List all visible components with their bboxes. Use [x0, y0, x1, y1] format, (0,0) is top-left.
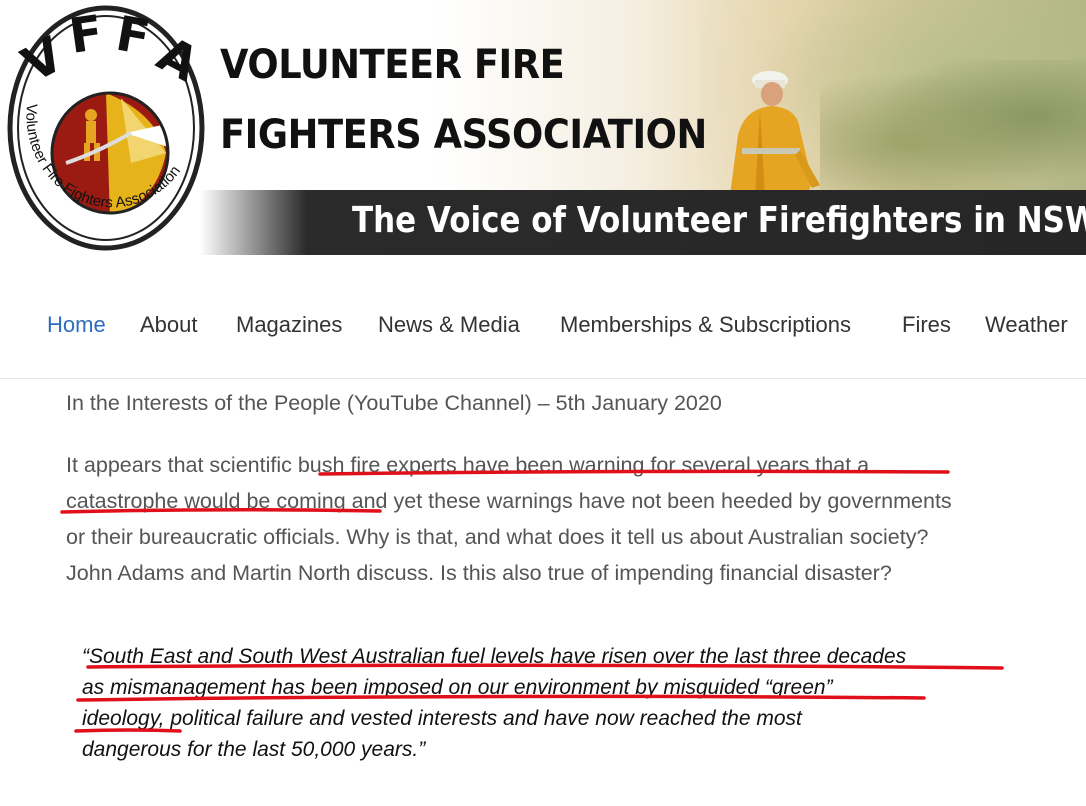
nav-item-news-media[interactable]: News & Media [378, 312, 520, 338]
header-banner: VOLUNTEER FIRE FIGHTERS ASSOCIATION The … [0, 0, 1086, 255]
nav-item-fires[interactable]: Fires [902, 312, 951, 338]
quote-line: dangerous for the last 50,000 years.” [82, 738, 426, 761]
quote-line: as mismanagement has been imposed on our… [82, 676, 833, 699]
source-line: In the Interests of the People (YouTube … [66, 391, 722, 415]
vffa-logo[interactable]: V F F A Volunteer Fire Fighters Associat… [6, 3, 206, 253]
main-nav: Home About Magazines News & Media Member… [0, 300, 1086, 350]
article-paragraph: It appears that scientific bush fire exp… [66, 447, 1056, 591]
site-title-line1: VOLUNTEER FIRE [220, 42, 565, 88]
quote-line: ideology, political failure and vested i… [82, 707, 802, 730]
nav-item-about[interactable]: About [140, 312, 198, 338]
nav-item-memberships[interactable]: Memberships & Subscriptions [560, 312, 851, 338]
paragraph-line: It appears that scientific bush fire exp… [66, 453, 870, 477]
nav-divider [0, 378, 1086, 379]
paragraph-line: or their bureaucratic officials. Why is … [66, 525, 929, 549]
nav-item-magazines[interactable]: Magazines [236, 312, 342, 338]
nav-item-weather[interactable]: Weather [985, 312, 1068, 338]
firefighter-photo [730, 71, 820, 195]
pull-quote: “South East and South West Australian fu… [82, 641, 1042, 765]
site-tagline: The Voice of Volunteer Firefighters in N… [352, 200, 1086, 241]
bush-trees [820, 60, 1086, 200]
paragraph-line: catastrophe would be coming and yet thes… [66, 489, 952, 513]
nav-item-home[interactable]: Home [47, 312, 106, 338]
site-title-line2: FIGHTERS ASSOCIATION [220, 112, 707, 158]
paragraph-line: John Adams and Martin North discuss. Is … [66, 561, 892, 585]
quote-line: “South East and South West Australian fu… [82, 645, 907, 668]
